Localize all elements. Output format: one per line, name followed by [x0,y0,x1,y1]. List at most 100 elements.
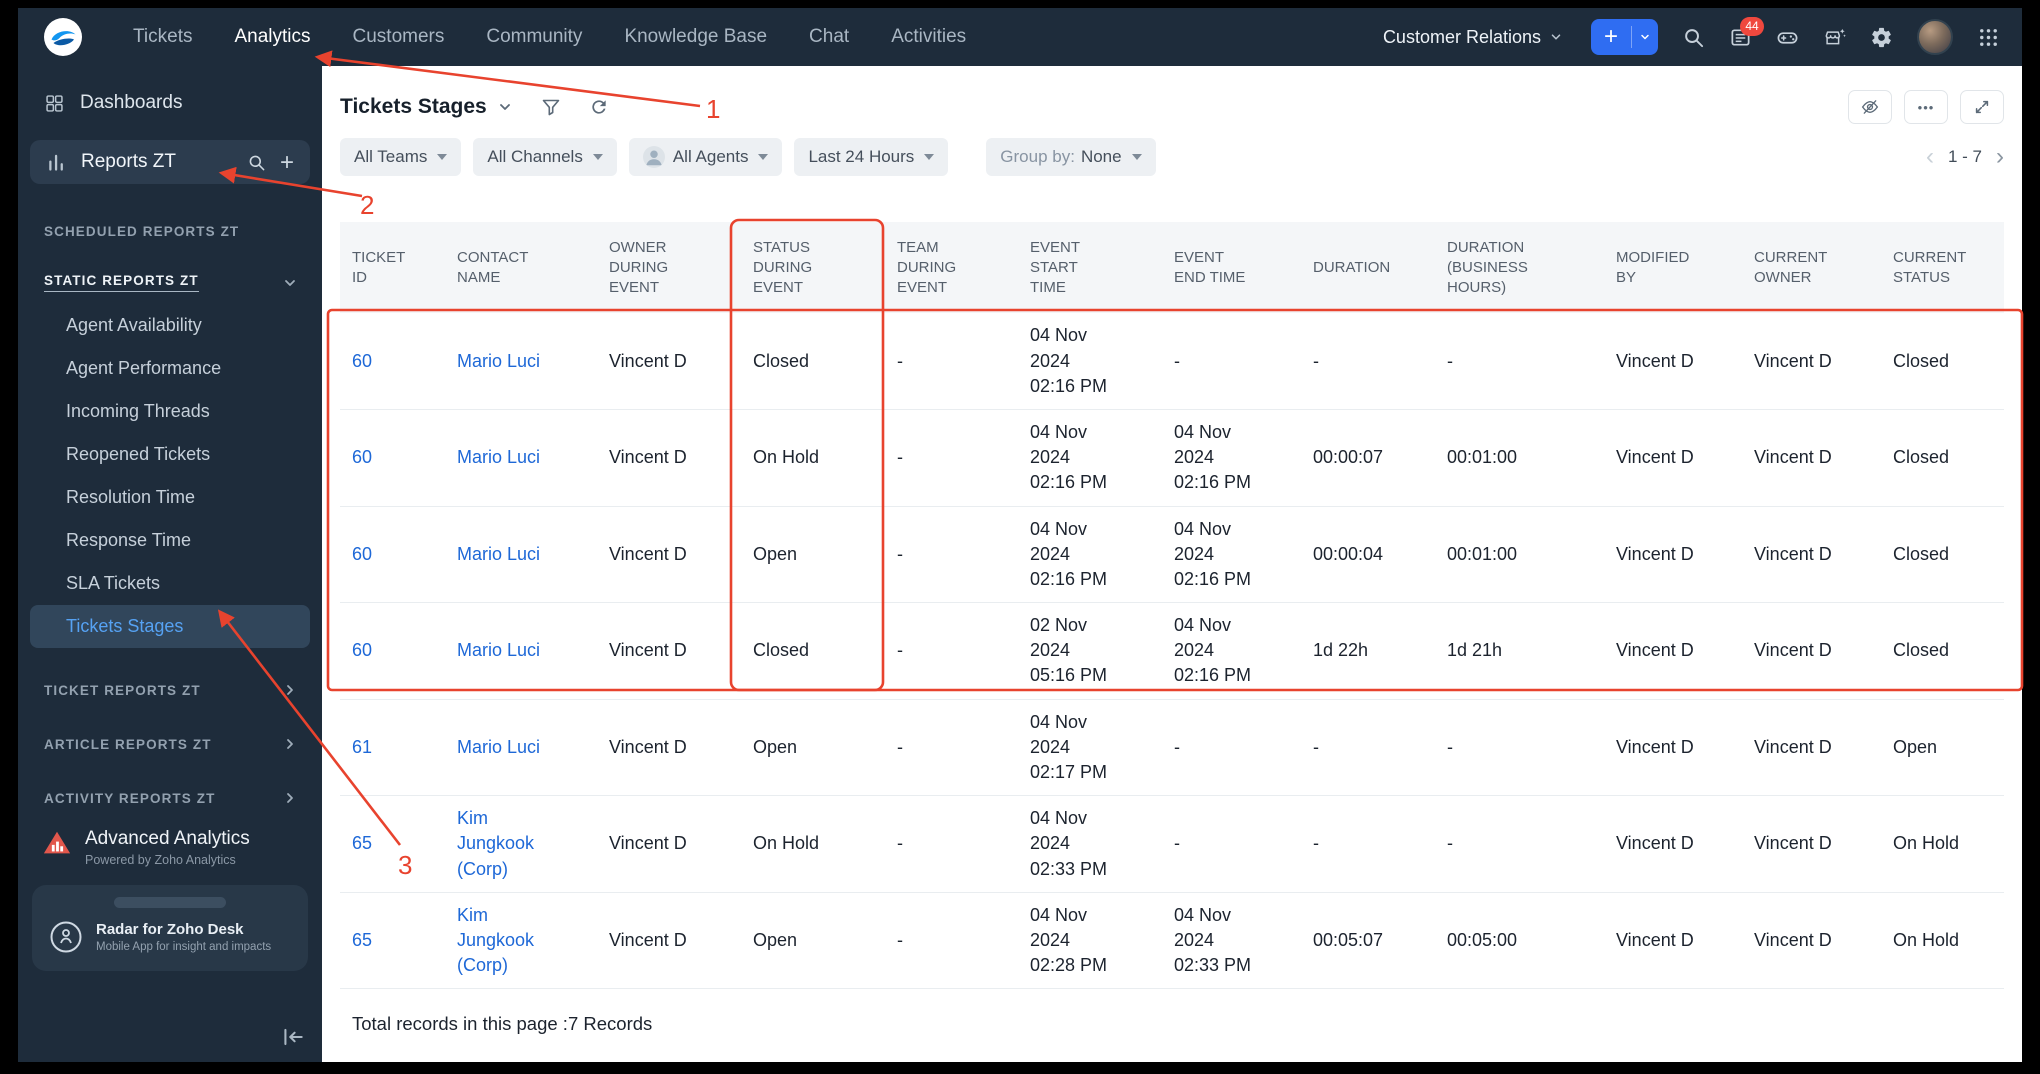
refresh-icon[interactable] [589,97,609,117]
filter-all-teams[interactable]: All Teams [340,138,462,176]
radar-card-illustration [114,897,226,908]
nav-item-customers[interactable]: Customers [332,8,466,66]
ticket-reports-label: TICKET REPORTS ZT [44,682,201,698]
report-search-icon[interactable] [247,153,266,172]
chevron-right-icon [287,685,293,695]
filter-last-24-hours[interactable]: Last 24 Hours [794,138,949,176]
cell-end: 04 Nov 2024 02:33 PM [1162,893,1301,990]
user-avatar[interactable] [1917,19,1953,55]
cell-contact[interactable]: Mario Luci [445,410,597,507]
search-icon[interactable] [1682,26,1705,49]
cell-ticket-id[interactable]: 65 [340,796,445,893]
sidebar-item-agent-availability[interactable]: Agent Availability [30,304,310,347]
sidebar-item-resolution-time[interactable]: Resolution Time [30,476,310,519]
apps-grid-icon[interactable] [1977,26,2000,49]
notification-count-badge: 44 [1740,16,1764,36]
sidebar-item-dashboards[interactable]: Dashboards [18,80,322,126]
ellipsis-icon: ••• [1917,99,1935,115]
zoho-desk-logo-icon[interactable] [44,18,82,56]
cell-contact[interactable]: Kim Jungkook (Corp) [445,893,597,990]
cell-modified-by: Vincent D [1604,313,1742,410]
report-header: Tickets Stages ••• [322,66,2022,124]
app-body: Dashboards Reports ZT + SCHEDULED REPORT… [18,66,2022,1062]
static-reports-label: STATIC REPORTS ZT [44,273,199,292]
cell-start: 04 Nov 2024 02:16 PM [1018,410,1162,507]
cell-contact[interactable]: Mario Luci [445,313,597,410]
pagination-prev-icon[interactable]: ‹ [1926,145,1934,169]
cell-status: On Hold [741,410,885,507]
section-scheduled-reports[interactable]: SCHEDULED REPORTS ZT [44,224,296,239]
cell-ticket-id[interactable]: 61 [340,700,445,797]
sidebar-item-reports-zt[interactable]: Reports ZT + [30,140,310,184]
cell-duration-bh: - [1435,796,1604,893]
cell-current-status: Open [1881,700,2004,797]
games-icon[interactable] [1776,26,1799,49]
settings-gear-icon[interactable] [1870,26,1893,49]
section-activity-reports[interactable]: ACTIVITY REPORTS ZT [18,786,322,810]
cell-status: Open [741,507,885,604]
cell-team: - [885,507,1018,604]
add-dropdown-chevron-icon[interactable] [1632,19,1658,55]
table-row: 65 Kim Jungkook (Corp) Vincent D On Hold -04… [340,796,2004,893]
table-body: 60 Mario Luci Vincent D Closed -04 Nov 2024 … [340,313,2004,990]
nav-item-chat[interactable]: Chat [788,8,870,66]
cell-contact[interactable]: Mario Luci [445,603,597,700]
cell-owner: Vincent D [597,700,741,797]
nav-item-tickets[interactable]: Tickets [112,8,213,66]
section-ticket-reports[interactable]: TICKET REPORTS ZT [18,678,322,702]
cell-ticket-id[interactable]: 65 [340,893,445,990]
table-row: 60 Mario Luci Vincent D Closed -04 Nov 2024 … [340,313,2004,410]
pagination-next-icon[interactable]: › [1996,145,2004,169]
sidebar-item-tickets-stages[interactable]: Tickets Stages [30,605,310,648]
filter-funnel-icon[interactable] [541,97,561,117]
cell-ticket-id[interactable]: 60 [340,603,445,700]
add-button[interactable]: + [1591,19,1658,55]
section-article-reports[interactable]: ARTICLE REPORTS ZT [18,732,322,756]
cell-contact[interactable]: Kim Jungkook (Corp) [445,796,597,893]
collapse-sidebar-icon[interactable] [280,1024,306,1050]
cell-modified-by: Vincent D [1604,603,1742,700]
marketplace-icon[interactable] [1823,26,1846,49]
cell-ticket-id[interactable]: 60 [340,410,445,507]
sidebar-item-reopened-tickets[interactable]: Reopened Tickets [30,433,310,476]
cell-ticket-id[interactable]: 60 [340,507,445,604]
section-static-reports[interactable]: STATIC REPORTS ZT [18,269,322,296]
nav-item-activities[interactable]: Activities [870,8,987,66]
column-header-duration: DURATION [1301,222,1435,314]
cell-ticket-id[interactable]: 60 [340,313,445,410]
radar-promo-card[interactable]: Radar for Zoho Desk Mobile App for insig… [32,885,308,971]
add-report-icon[interactable]: + [280,150,294,174]
cell-end: 04 Nov 2024 02:16 PM [1162,507,1301,604]
cell-contact[interactable]: Mario Luci [445,700,597,797]
notifications-icon-wrap[interactable]: 44 [1729,16,1764,49]
cell-status: Closed [741,603,885,700]
nav-item-knowledge-base[interactable]: Knowledge Base [603,8,788,66]
filter-all-channels[interactable]: All Channels [473,138,617,176]
group-by-filter[interactable]: Group by: None [986,138,1156,176]
sidebar-item-agent-performance[interactable]: Agent Performance [30,347,310,390]
filter-all-agents[interactable]: All Agents [628,138,783,176]
filter-label: All Channels [487,147,583,166]
sidebar-item-incoming-threads[interactable]: Incoming Threads [30,390,310,433]
report-selector[interactable]: Tickets Stages [340,95,513,119]
hide-columns-button[interactable] [1848,90,1892,124]
cell-duration: - [1301,313,1435,410]
nav-item-analytics[interactable]: Analytics [213,8,331,66]
sidebar-item-sla-tickets[interactable]: SLA Tickets [30,562,310,605]
advanced-analytics-link[interactable]: Advanced Analytics Powered by Zoho Analy… [42,828,298,867]
nav-item-community[interactable]: Community [465,8,603,66]
expand-button[interactable] [1960,90,2004,124]
org-selector[interactable]: Customer Relations [1383,27,1563,48]
cell-end: 04 Nov 2024 02:16 PM [1162,603,1301,700]
cell-contact[interactable]: Mario Luci [445,507,597,604]
cell-status: On Hold [741,796,885,893]
more-options-button[interactable]: ••• [1904,90,1948,124]
pagination: ‹ 1 - 7 › [1926,145,2004,169]
chevron-down-icon [758,154,769,160]
sidebar-item-response-time[interactable]: Response Time [30,519,310,562]
topnav-right-cluster: Customer Relations + 44 [1383,16,2000,55]
cell-modified-by: Vincent D [1604,410,1742,507]
cell-current-owner: Vincent D [1742,603,1881,700]
group-by-value: None [1080,147,1122,166]
filter-bar-buttons: All Teams All Channels All Agents Last 24 H… [340,138,960,176]
